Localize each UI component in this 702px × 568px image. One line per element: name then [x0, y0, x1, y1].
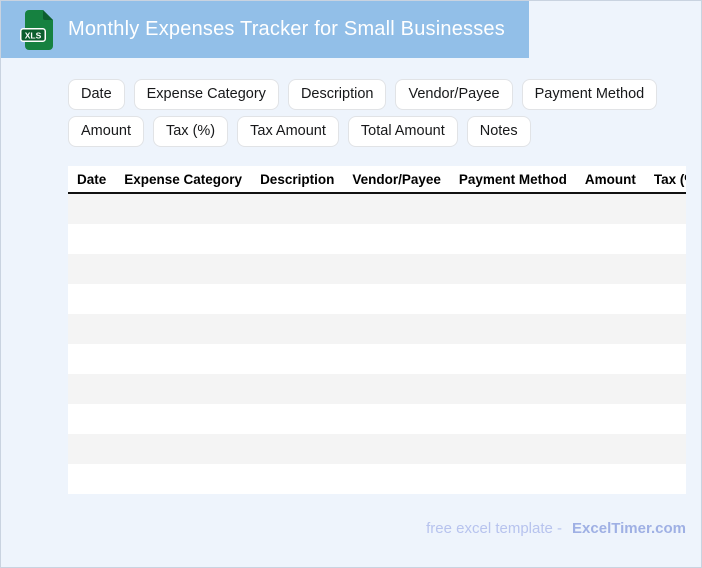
- column-chip-tax-amount[interactable]: Tax Amount: [237, 116, 339, 147]
- table-row: [68, 224, 686, 254]
- table-row: [68, 314, 686, 344]
- footer-text: free excel template -: [426, 520, 563, 537]
- column-chip-tax[interactable]: Tax (%): [152, 116, 229, 147]
- column-chip-amount[interactable]: Amount: [68, 116, 144, 147]
- content-area: Date Expense Category Description Vendor/Pa…: [68, 58, 689, 537]
- column-chip-list: Date Expense Category Description Vendor/Pa…: [68, 79, 690, 147]
- table-header-date: Date: [77, 171, 107, 187]
- column-chip-date[interactable]: Date: [68, 79, 125, 110]
- table-row: [68, 374, 686, 404]
- column-chip-payment-method[interactable]: Payment Method: [521, 79, 658, 110]
- table-header-description: Description: [260, 171, 335, 187]
- column-chip-notes[interactable]: Notes: [466, 116, 531, 147]
- column-chip-description[interactable]: Description: [287, 79, 387, 110]
- title-banner: XLS Monthly Expenses Tracker for Small B…: [1, 1, 529, 58]
- xls-icon-label: XLS: [25, 30, 42, 40]
- table-header-tax: Tax (%): [653, 171, 686, 187]
- template-preview-page: XLS Monthly Expenses Tracker for Small B…: [0, 0, 702, 568]
- table-row: [68, 464, 686, 494]
- table-body: [68, 194, 686, 494]
- column-chip-expense-category[interactable]: Expense Category: [133, 79, 279, 110]
- table-header-row: Date Expense Category Description Vendor/Pa…: [68, 166, 686, 194]
- table-header-amount: Amount: [584, 171, 636, 187]
- table-row: [68, 194, 686, 224]
- table-row: [68, 434, 686, 464]
- footer-brand-link[interactable]: ExcelTimer.com: [572, 520, 686, 537]
- xls-file-icon: XLS: [20, 9, 53, 50]
- table-header-vendor-payee: Vendor/Payee: [352, 171, 441, 187]
- column-chip-vendor-payee[interactable]: Vendor/Payee: [395, 79, 513, 110]
- table-row: [68, 284, 686, 314]
- table-row: [68, 344, 686, 374]
- table-header-payment-method: Payment Method: [458, 171, 567, 187]
- table-row: [68, 404, 686, 434]
- page-title: Monthly Expenses Tracker for Small Busin…: [68, 18, 505, 40]
- expenses-table: Date Expense Category Description Vendor/Pa…: [68, 166, 686, 494]
- column-chip-total-amount[interactable]: Total Amount: [347, 116, 458, 147]
- footer: free excel template - ExcelTimer.com: [68, 520, 686, 537]
- table-header-expense-category: Expense Category: [124, 171, 243, 187]
- table-row: [68, 254, 686, 284]
